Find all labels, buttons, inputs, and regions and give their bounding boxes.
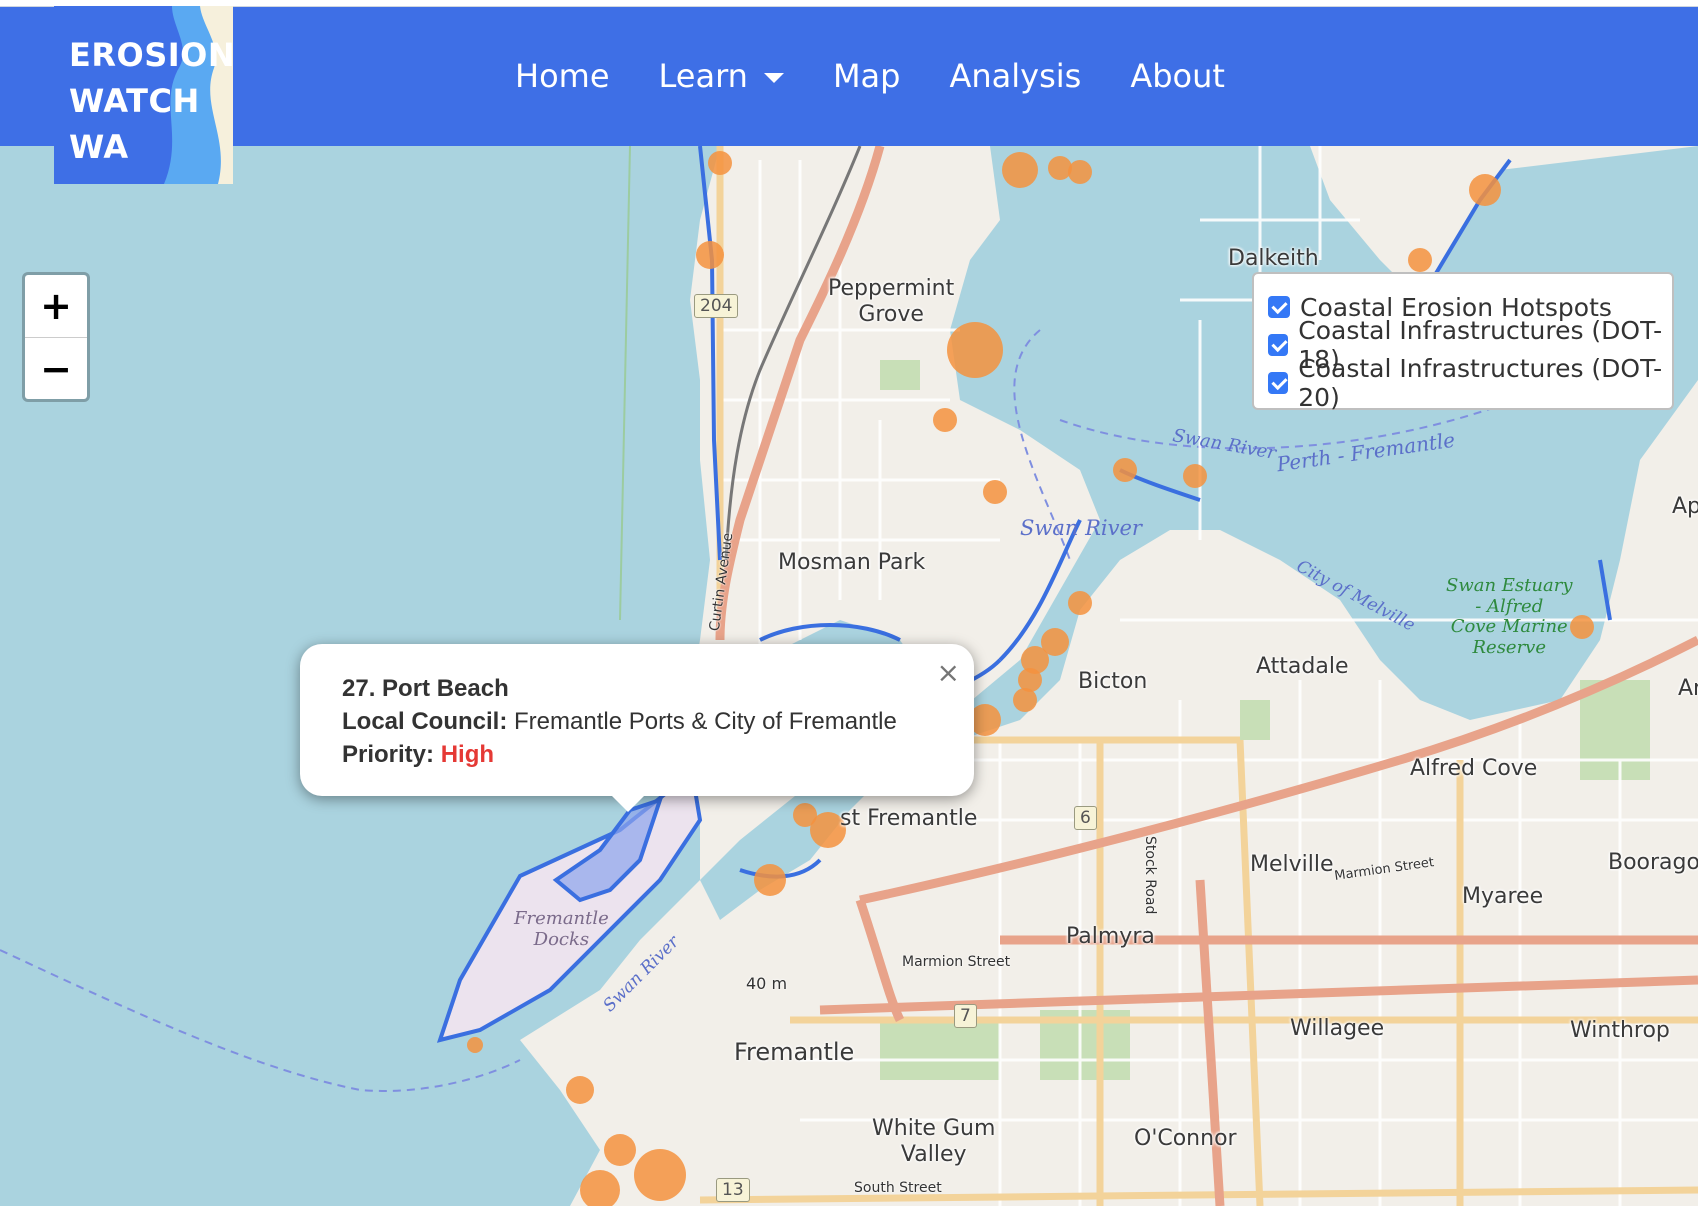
route-shield-204: 204 (694, 294, 739, 318)
zoom-out-button[interactable]: − (25, 337, 87, 400)
nav-analysis-label: Analysis (949, 57, 1082, 95)
layer-control: Coastal Erosion Hotspots Coastal Infrast… (1252, 272, 1674, 412)
nav-about-label: About (1130, 57, 1225, 95)
popup-council-value: Fremantle Ports & City of Fremantle (514, 708, 897, 735)
popup-priority-label: Priority: (342, 741, 435, 768)
label-peppermint-grove: Peppermint Grove (828, 276, 955, 328)
park-patch (880, 360, 920, 390)
nav-learn-dropdown[interactable]: Learn (659, 57, 784, 95)
label-white-gum-valley: White Gum Valley (872, 1116, 996, 1168)
popup-body: 27. Port Beach Local Council: Fremantle … (342, 672, 897, 771)
label-alfred-cove: Alfred Cove (1410, 756, 1538, 781)
label-marmion-street-2: Marmion Street (902, 954, 1011, 970)
route-shield-7: 7 (954, 1004, 977, 1028)
close-icon[interactable]: × (937, 656, 960, 689)
label-attadale: Attadale (1256, 654, 1349, 679)
popup-priority-value: High (440, 741, 495, 768)
nav-learn-label: Learn (658, 57, 748, 95)
park-patch (1240, 700, 1270, 740)
popup-council-label: Local Council: (342, 708, 508, 735)
label-east-fremantle: st Fremantle (840, 806, 978, 831)
main-nav: Home Learn Map Analysis About (515, 6, 1274, 146)
label-winthrop: Winthrop (1570, 1018, 1670, 1043)
layer-checkbox-dot-18[interactable] (1268, 334, 1289, 356)
popup-title: 27. Port Beach (342, 675, 509, 702)
label-willagee: Willagee (1290, 1016, 1385, 1041)
label-ardross: Ardr (1678, 676, 1698, 701)
nav-home[interactable]: Home (515, 57, 610, 95)
chevron-down-icon (763, 73, 784, 83)
layer-checkbox-erosion-hotspots[interactable] (1268, 296, 1290, 318)
nav-home-label: Home (515, 57, 610, 95)
label-applecross: Appl (1672, 494, 1698, 519)
layer-row-dot-20[interactable]: Coastal Infrastructures (DOT-20) (1268, 354, 1672, 412)
label-south-street: South Street (854, 1180, 942, 1196)
zoom-in-button[interactable]: + (25, 275, 87, 337)
label-oconnor: O'Connor (1134, 1126, 1237, 1151)
label-elevation: 40 m (746, 974, 788, 993)
erosion-watch-logo[interactable]: EROSION WATCH WA (54, 6, 233, 184)
route-shield-6: 6 (1074, 806, 1097, 830)
layer-label: Coastal Infrastructures (DOT-20) (1298, 354, 1663, 412)
label-swan-estuary-reserve: Swan Estuary - Alfred Cove Marine Reserv… (1446, 575, 1573, 659)
label-myaree: Myaree (1462, 884, 1544, 909)
label-booragoon: Booragoo (1608, 850, 1698, 875)
popup-tip (610, 794, 646, 812)
label-mosman-park: Mosman Park (778, 550, 926, 575)
route-shield-13: 13 (716, 1178, 750, 1202)
park-patch (880, 1020, 1000, 1080)
label-stock-road: Stock Road (1142, 836, 1158, 915)
label-fremantle-docks: Fremantle Docks (514, 908, 609, 950)
zoom-control: + − (22, 272, 90, 402)
label-melville: Melville (1250, 852, 1334, 877)
nav-analysis[interactable]: Analysis (949, 57, 1081, 95)
nav-about[interactable]: About (1130, 57, 1225, 95)
logo-text: EROSION WATCH WA (69, 36, 233, 166)
layer-checkbox-dot-20[interactable] (1268, 372, 1289, 394)
site-popup: × 27. Port Beach Local Council: Fremantl… (300, 644, 974, 812)
nav-map-label: Map (832, 57, 901, 95)
label-dalkeith: Dalkeith (1228, 246, 1319, 271)
label-bicton: Bicton (1078, 669, 1148, 694)
label-swan-river-2: Swan River (1020, 516, 1142, 540)
label-palmyra: Palmyra (1066, 924, 1155, 949)
nav-map[interactable]: Map (833, 57, 901, 95)
label-fremantle: Fremantle (734, 1038, 855, 1066)
